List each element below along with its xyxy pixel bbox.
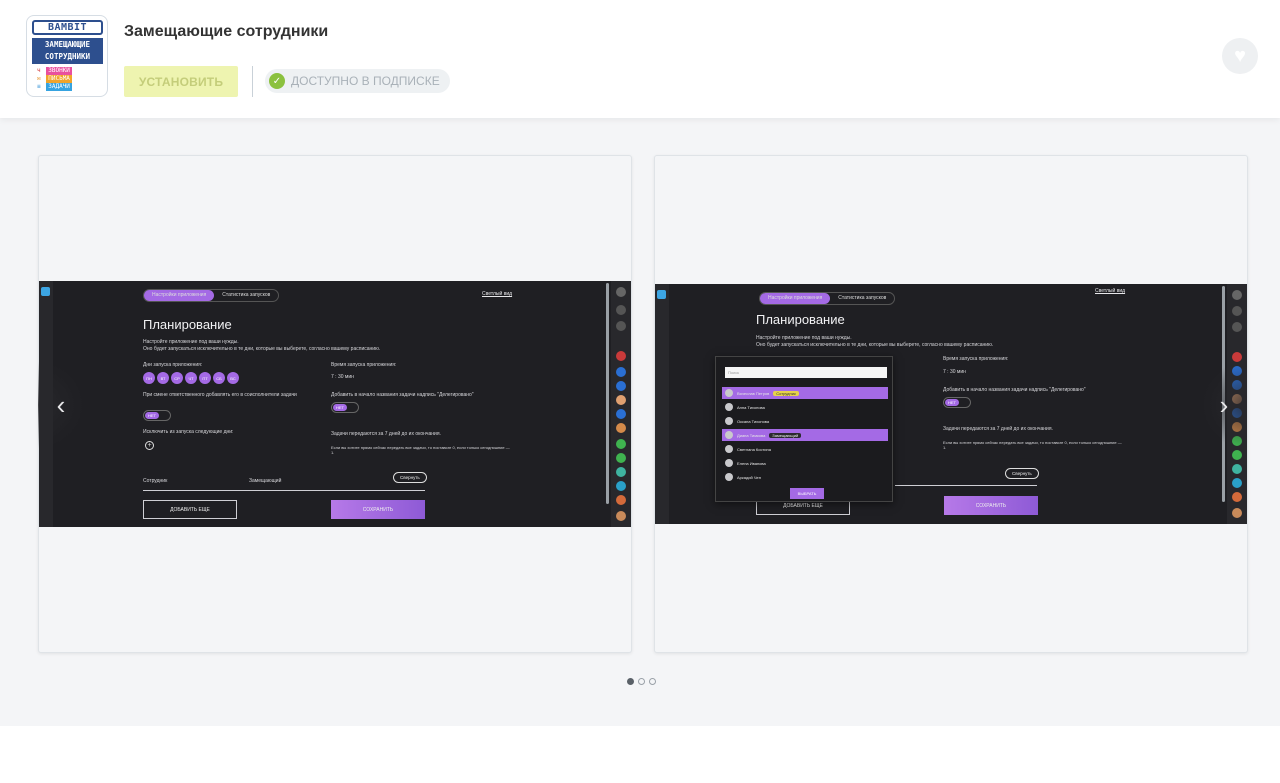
check-icon: ✓ xyxy=(269,73,285,89)
app-logo-banner: ЗАМЕЩАЮЩИЕ СОТРУДНИКИ xyxy=(32,38,103,64)
theme-link: Светлый вид xyxy=(482,291,513,297)
weekday-chips: ПН ВТ СР ЧТ ПТ СБ ВС xyxy=(143,372,239,384)
pager-dot-1[interactable] xyxy=(627,678,634,685)
gallery-next-button[interactable]: › xyxy=(1201,361,1247,449)
chevron-right-icon: › xyxy=(1219,389,1229,420)
subscription-badge: ✓ ДОСТУПНО В ПОДПИСКЕ xyxy=(265,69,450,93)
employee-search-input[interactable]: Поиск xyxy=(725,367,887,378)
chevron-left-icon: ‹ xyxy=(56,389,66,420)
screenshot-employee-picker: Настройки приложения Статистика запусков… xyxy=(655,284,1247,524)
app-logo-brand: BAMBIT xyxy=(32,20,103,35)
app-logo-tags: ч ЗВОНКИ ✉ ПИСЬМА ≡ ЗАДАЧИ xyxy=(37,67,72,91)
install-button[interactable]: УСТАНОВИТЬ xyxy=(124,66,238,97)
right-sidebar xyxy=(611,281,631,527)
app-header: BAMBIT ЗАМЕЩАЮЩИЕ СОТРУДНИКИ ч ЗВОНКИ ✉ … xyxy=(0,0,1280,118)
settings-tabs: Настройки приложения Статистика запусков xyxy=(143,289,280,302)
gallery-slide-2[interactable]: Настройки приложения Статистика запусков… xyxy=(654,155,1248,653)
settings-tabs: Настройки приложения Статистика запусков xyxy=(759,292,896,305)
heart-icon: ♥ xyxy=(1234,44,1246,67)
pager-dot-3[interactable] xyxy=(649,678,656,685)
header-divider xyxy=(252,66,253,97)
screenshot-gallery: Настройки приложения Статистика запусков… xyxy=(0,118,1280,726)
app-title: Замещающие сотрудники xyxy=(124,23,329,40)
pager-dot-2[interactable] xyxy=(638,678,645,685)
screenshot-settings: Настройки приложения Статистика запусков… xyxy=(39,281,631,527)
gallery-pager xyxy=(627,678,656,685)
gallery-prev-button[interactable]: ‹ xyxy=(38,361,84,449)
app-logo: BAMBIT ЗАМЕЩАЮЩИЕ СОТРУДНИКИ ч ЗВОНКИ ✉ … xyxy=(26,15,108,97)
employee-dropdown: Поиск Вячеслав Петров Сотрудник Анна Тихо… xyxy=(715,356,893,502)
favorite-heart-button[interactable]: ♥ xyxy=(1222,38,1258,74)
gallery-slide-1[interactable]: Настройки приложения Статистика запусков… xyxy=(38,155,632,653)
left-sidebar xyxy=(655,284,669,524)
choose-button[interactable]: ВЫБРАТЬ xyxy=(790,488,824,499)
planning-heading: Планирование xyxy=(143,317,232,332)
subscription-label: ДОСТУПНО В ПОДПИСКЕ xyxy=(291,74,440,88)
